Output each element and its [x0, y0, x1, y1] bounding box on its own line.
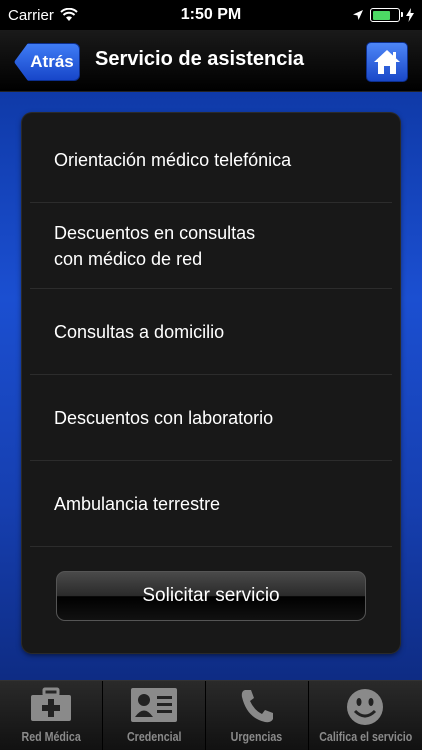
menu-item-descuentos-consultas[interactable]: Descuentos en consultas con médico de re…	[30, 203, 392, 289]
menu-item-label: Consultas a domicilio	[54, 321, 225, 342]
menu-item-label: Descuentos con laboratorio	[54, 407, 274, 428]
id-card-icon	[130, 688, 177, 722]
menu-item-consultas-domicilio[interactable]: Consultas a domicilio	[30, 289, 392, 375]
menu-item-ambulancia[interactable]: Ambulancia terrestre	[30, 461, 392, 547]
tab-label: Credencial	[126, 729, 182, 744]
tab-red-medica[interactable]: Red Médica	[0, 681, 103, 750]
tab-califica[interactable]: Califica el servicio	[309, 681, 422, 750]
phone-icon	[241, 690, 273, 723]
page-title: Servicio de asistencia	[95, 48, 305, 70]
charging-icon	[406, 8, 414, 22]
location-icon	[353, 10, 363, 20]
status-bar: Carrier 1:50 PM	[0, 0, 422, 30]
tab-credencial[interactable]: Credencial	[103, 681, 206, 750]
back-button[interactable]: Atrás	[14, 43, 80, 81]
menu-item-orientacion[interactable]: Orientación médico telefónica	[30, 117, 392, 203]
menu-item-label: Descuentos en consultas con médico de re…	[54, 222, 256, 269]
status-left: Carrier	[8, 7, 78, 24]
service-menu: Orientación médico telefónica Descuentos…	[22, 113, 400, 653]
smiley-icon	[347, 689, 384, 725]
navigation-bar: Atrás Servicio de asistencia	[0, 30, 422, 92]
menu-item-label: Ambulancia terrestre	[54, 493, 221, 514]
tab-bar: Red Médica Credencial Urgencias Califica…	[0, 680, 422, 750]
battery-fill	[372, 10, 390, 20]
battery-icon	[370, 8, 403, 22]
home-button[interactable]	[366, 42, 408, 82]
tab-label: Red Médica	[21, 729, 81, 744]
carrier-label: Carrier	[8, 6, 54, 24]
tab-label: Urgencias	[230, 729, 283, 744]
tab-urgencias[interactable]: Urgencias	[206, 681, 309, 750]
solicitar-servicio-button[interactable]: Solicitar servicio	[56, 571, 366, 621]
tab-label: Califica el servicio	[318, 729, 412, 744]
status-right	[352, 8, 414, 22]
wifi-icon	[60, 8, 78, 21]
medical-kit-icon	[30, 687, 71, 721]
menu-item-descuentos-laboratorio[interactable]: Descuentos con laboratorio	[30, 375, 392, 461]
home-icon	[374, 50, 400, 74]
menu-item-label: Orientación médico telefónica	[54, 149, 292, 170]
